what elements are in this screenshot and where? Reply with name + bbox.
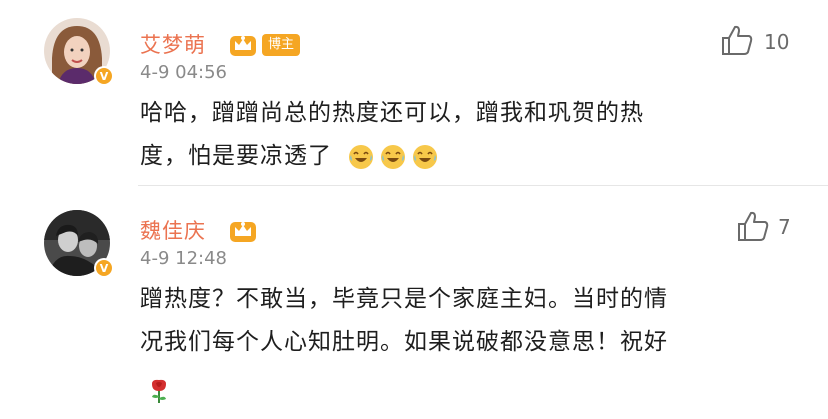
- timestamp: 4-9 12:48: [140, 248, 227, 269]
- comment-text-line: 度，怕是要凉透了: [140, 135, 800, 178]
- avatar[interactable]: V: [44, 210, 114, 278]
- verified-badge-icon: V: [94, 66, 114, 86]
- host-tag: 博主: [262, 34, 301, 56]
- comment-text-line: 况我们每个人心知肚明。如果说破都没意思！祝好: [140, 329, 668, 355]
- laugh-cry-icon: [349, 144, 374, 169]
- laugh-cry-icon: [413, 144, 438, 169]
- username[interactable]: 艾梦萌: [140, 29, 206, 59]
- rose-icon: [152, 379, 166, 403]
- comment-text-line: 蹭热度？不敢当，毕竟只是个家庭主妇。当时的情: [140, 286, 668, 312]
- crown-badge-icon: [230, 222, 256, 242]
- username[interactable]: 魏佳庆: [140, 215, 206, 245]
- like-count[interactable]: 10: [764, 30, 789, 54]
- comment-item: V 艾梦萌 博主 4-9 04:56 10 哈哈，蹭蹭尚总的热度还可以，蹭我和巩…: [0, 0, 828, 184]
- comment-item: V 魏佳庆 4-9 12:48 7 蹭热度？不敢当，毕竟只是个家庭主妇。当时的情…: [0, 188, 828, 419]
- divider: [138, 185, 828, 186]
- comment-text: 蹭热度？不敢当，毕竟只是个家庭主妇。当时的情 况我们每个人心知肚明。如果说破都没…: [140, 278, 800, 364]
- thumbs-up-icon[interactable]: [720, 24, 754, 56]
- like-count[interactable]: 7: [778, 215, 791, 239]
- comment-text: 哈哈，蹭蹭尚总的热度还可以，蹭我和巩贺的热 度，怕是要凉透了: [140, 92, 800, 178]
- verified-badge-icon: V: [94, 258, 114, 278]
- comment-text-segment: 度，怕是要凉透了: [140, 143, 332, 169]
- timestamp: 4-9 04:56: [140, 62, 227, 83]
- crown-badge-icon: [230, 36, 256, 56]
- laugh-cry-icon: [381, 144, 406, 169]
- comment-text-line: 哈哈，蹭蹭尚总的热度还可以，蹭我和巩贺的热: [140, 100, 644, 126]
- thumbs-up-icon[interactable]: [736, 210, 770, 242]
- avatar[interactable]: V: [44, 18, 114, 86]
